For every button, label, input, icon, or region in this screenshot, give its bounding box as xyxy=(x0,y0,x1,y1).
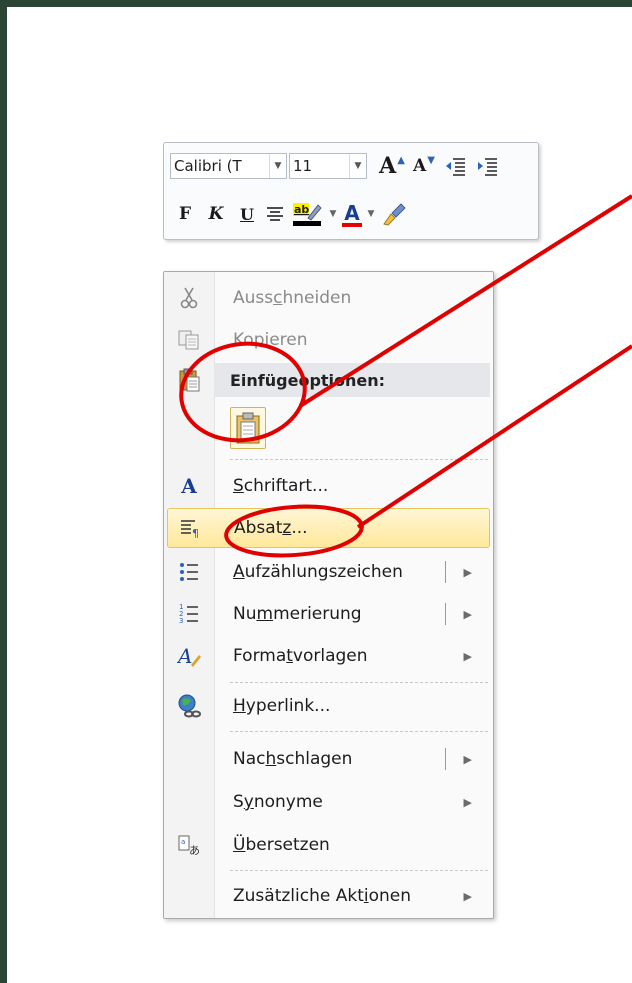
menu-item-label: Zusätzliche Aktionen xyxy=(233,886,412,906)
font-color-icon: A xyxy=(344,201,360,225)
menu-item-lookup[interactable]: Nachschlagen ▶ xyxy=(167,739,490,779)
menu-item-translate[interactable]: aあ Übersetzen xyxy=(167,825,490,865)
font-color-button[interactable]: A xyxy=(340,200,364,228)
decrease-indent-icon xyxy=(446,158,465,176)
menu-item-label: Formatvorlagen xyxy=(233,646,368,666)
paste-options-header: Einfügeoptionen: xyxy=(214,363,490,397)
menu-item-label: Absatz... xyxy=(234,518,308,538)
svg-text:a: a xyxy=(181,838,185,846)
copy-icon xyxy=(167,330,211,350)
svg-text:あ: あ xyxy=(189,844,200,856)
hyperlink-icon xyxy=(167,694,211,718)
chevron-down-icon[interactable]: ▼ xyxy=(326,209,340,219)
menu-separator xyxy=(230,682,488,683)
split-divider xyxy=(445,561,446,583)
menu-item-label: Nummerierung xyxy=(233,604,362,624)
menu-item-synonyms[interactable]: Synonyme ▶ xyxy=(167,782,490,822)
menu-item-label: Ausschneiden xyxy=(233,288,352,308)
menu-item-label: Aufzählungszeichen xyxy=(233,562,403,582)
paste-keep-text-icon xyxy=(236,412,260,444)
font-icon: A xyxy=(181,474,197,498)
menu-item-styles[interactable]: A Formatvorlagen ▶ xyxy=(167,636,490,676)
svg-text:3: 3 xyxy=(179,617,183,625)
menu-item-label: Hyperlink... xyxy=(233,696,331,716)
font-size-combo[interactable]: 11 ▼ xyxy=(289,153,367,179)
menu-item-numbering[interactable]: 123 Nummerierung ▶ xyxy=(167,594,490,634)
italic-button[interactable]: K xyxy=(200,200,232,228)
shrink-font-icon: A xyxy=(413,156,427,176)
grow-font-button[interactable]: A ▲ xyxy=(375,152,409,180)
menu-separator xyxy=(230,870,488,871)
mini-toolbar-row-2: F K U ab ▼ A ▼ xyxy=(170,199,410,229)
menu-item-paragraph[interactable]: ¶ Absatz... xyxy=(167,508,490,548)
increase-indent-icon xyxy=(478,158,497,176)
menu-item-cut[interactable]: Ausschneiden xyxy=(167,278,490,318)
underline-button[interactable]: U xyxy=(232,200,262,228)
chevron-down-icon[interactable]: ▼ xyxy=(364,209,378,219)
format-painter-button[interactable] xyxy=(378,200,410,228)
mini-toolbar: Calibri (T ▼ 11 ▼ A ▲ A ▼ F K U ab ▼ A ▼ xyxy=(163,142,539,240)
split-divider xyxy=(445,748,446,770)
mini-toolbar-row-1: Calibri (T ▼ 11 ▼ A ▲ A ▼ xyxy=(170,151,503,181)
bold-button[interactable]: F xyxy=(170,200,200,228)
menu-item-copy[interactable]: Kopieren xyxy=(167,320,490,360)
submenu-arrow-icon[interactable]: ▶ xyxy=(464,650,472,663)
submenu-arrow-icon[interactable]: ▶ xyxy=(464,608,472,621)
menu-item-label: Nachschlagen xyxy=(233,749,353,769)
increase-indent-button[interactable] xyxy=(471,152,503,180)
menu-item-label: Schriftart... xyxy=(233,476,329,496)
menu-item-font[interactable]: A Schriftart... xyxy=(167,466,490,506)
paragraph-icon: ¶ xyxy=(168,518,212,538)
chevron-down-icon[interactable]: ▼ xyxy=(269,154,286,178)
format-painter-icon xyxy=(383,203,406,226)
highlight-pen-icon: ab xyxy=(293,203,322,226)
submenu-arrow-icon[interactable]: ▶ xyxy=(464,566,472,579)
numbering-icon: 123 xyxy=(167,603,211,625)
submenu-arrow-icon[interactable]: ▶ xyxy=(464,890,472,903)
menu-item-bullets[interactable]: Aufzählungszeichen ▶ xyxy=(167,552,490,592)
center-align-icon xyxy=(267,207,283,221)
menu-item-label: Kopieren xyxy=(233,330,308,350)
center-align-button[interactable] xyxy=(262,200,288,228)
menu-item-hyperlink[interactable]: Hyperlink... xyxy=(167,686,490,726)
paste-keep-text-button[interactable] xyxy=(230,407,266,449)
menu-item-label: Synonyme xyxy=(233,792,323,812)
shrink-font-button[interactable]: A ▼ xyxy=(409,152,439,180)
styles-icon: A xyxy=(167,645,211,667)
menu-item-additional-actions[interactable]: Zusätzliche Aktionen ▶ xyxy=(167,876,490,916)
context-menu: Ausschneiden Kopieren Einfügeoptionen: A… xyxy=(163,271,494,919)
font-color-bar xyxy=(342,223,362,227)
submenu-arrow-icon[interactable]: ▶ xyxy=(464,753,472,766)
scissors-icon xyxy=(167,287,211,309)
bullets-icon xyxy=(167,562,211,582)
menu-item-label: Übersetzen xyxy=(233,835,330,855)
svg-text:ab: ab xyxy=(294,203,309,216)
svg-text:¶: ¶ xyxy=(192,527,199,538)
menu-separator xyxy=(230,459,488,460)
split-divider xyxy=(445,603,446,625)
chevron-down-icon[interactable]: ▼ xyxy=(349,154,366,178)
submenu-arrow-icon[interactable]: ▶ xyxy=(464,796,472,809)
menu-separator xyxy=(230,731,488,732)
translate-icon: aあ xyxy=(167,834,211,856)
font-name-combo[interactable]: Calibri (T ▼ xyxy=(170,153,287,179)
decrease-indent-button[interactable] xyxy=(439,152,471,180)
highlight-color-button[interactable]: ab xyxy=(288,200,326,228)
font-name-value: Calibri (T xyxy=(174,157,242,175)
svg-text:A: A xyxy=(177,645,192,667)
font-size-value: 11 xyxy=(293,157,313,175)
grow-font-icon: A xyxy=(379,153,397,179)
